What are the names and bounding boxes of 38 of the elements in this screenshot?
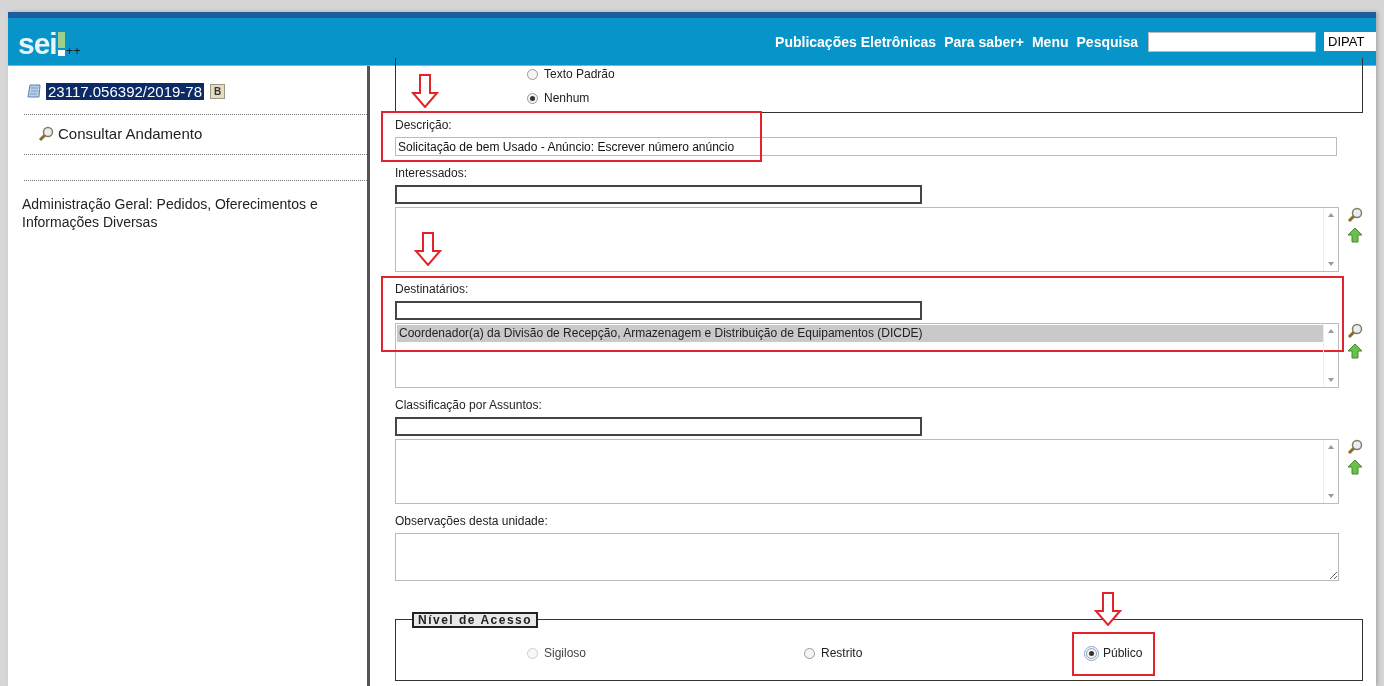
option-label: Nenhum [544, 91, 590, 105]
list-item[interactable]: Coordenador(a) da Divisão de Recepção, Armazenagem e Distribuição de Equipamentos (DICDE) [397, 325, 1323, 342]
input-field[interactable] [395, 417, 922, 436]
field-label: Interessados: [395, 166, 469, 180]
process-number[interactable]: 23117.056392/2019-78 [46, 82, 205, 100]
radio-button[interactable] [804, 647, 815, 659]
search-icon[interactable] [1347, 323, 1363, 339]
process-type: Administração Geral: Pedidos, Oferecimentos e Informações Diversas [22, 195, 319, 231]
search-icon [38, 125, 54, 142]
field-label: Descrição: [395, 118, 453, 132]
consult-link[interactable]: Consultar Andamento [58, 125, 203, 142]
document-icon [27, 83, 43, 99]
logo-suffix: ++ [65, 43, 81, 57]
field-label: Observações desta unidade: [395, 514, 549, 528]
notes-field[interactable] [395, 533, 1339, 581]
input-field[interactable] [395, 301, 922, 320]
radio-button[interactable] [527, 92, 538, 104]
option-label: Sigiloso [544, 646, 587, 660]
fieldset-legend: Nível de Acesso [412, 612, 539, 628]
description-field[interactable]: Solicitação de bem Usado - Anúncio: Escrever número anúncio [395, 137, 1337, 156]
badge[interactable]: B [210, 83, 226, 99]
search-icon[interactable] [1347, 439, 1363, 455]
search-icon[interactable] [1347, 207, 1363, 223]
radio-button[interactable] [527, 68, 538, 80]
up-arrow-icon[interactable] [1347, 459, 1363, 475]
option-label: Texto Padrão [544, 67, 615, 81]
up-arrow-icon[interactable] [1347, 227, 1363, 243]
radio-button[interactable] [1086, 647, 1097, 659]
field-label: Classificação por Assuntos: [395, 398, 543, 412]
option-label: Restrito [821, 646, 863, 660]
up-arrow-icon[interactable] [1347, 343, 1363, 359]
list-box[interactable]: Coordenador(a) da Divisão de Recepção, Armazenagem e Distribuição de Equipamentos (DICDE) [395, 323, 1339, 388]
field-label: Destinatários: [395, 282, 470, 296]
search-field[interactable] [1148, 31, 1316, 52]
input-field[interactable] [395, 185, 922, 204]
logo-mark-icon [57, 31, 65, 56]
option-label: Público [1103, 646, 1143, 660]
unit-selector[interactable]: DIPAT [1324, 32, 1376, 51]
